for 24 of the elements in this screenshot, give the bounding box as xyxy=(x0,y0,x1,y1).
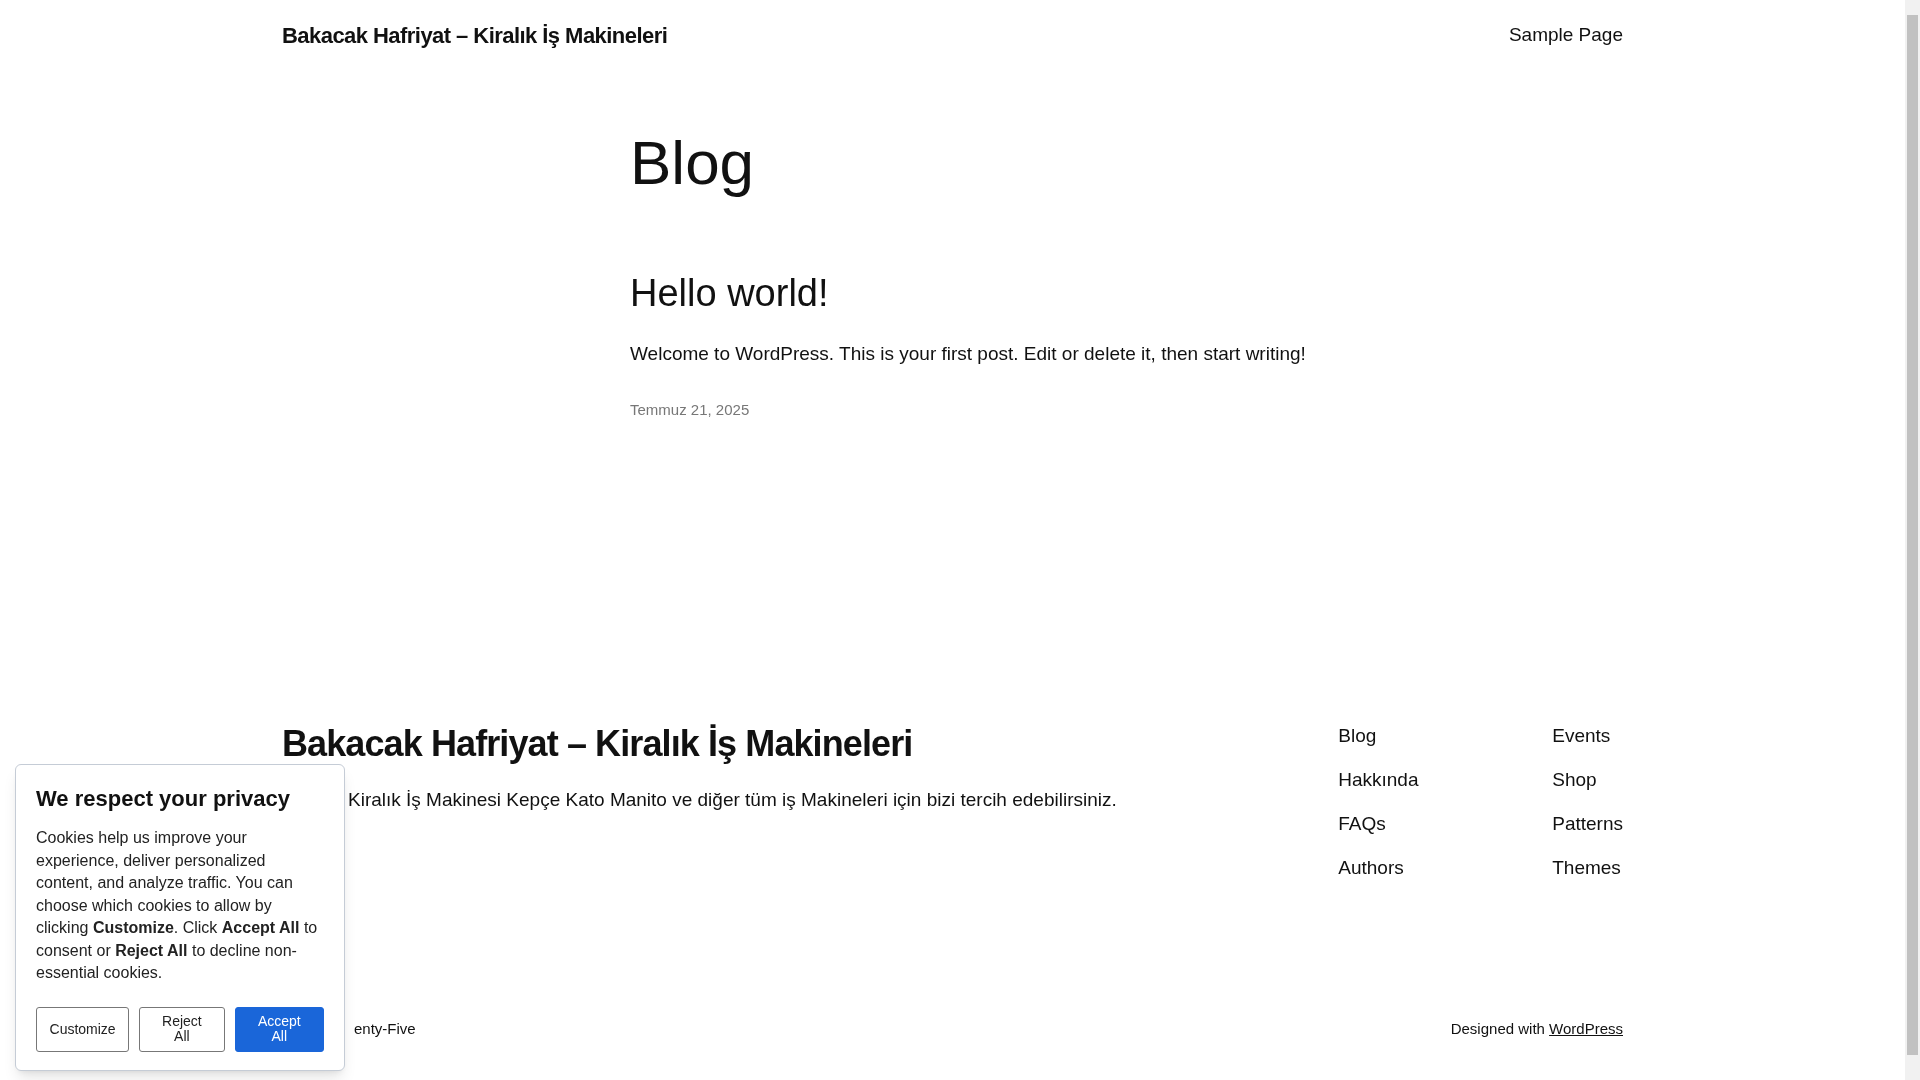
footer-link[interactable]: Authors xyxy=(1338,855,1553,880)
wordpress-link[interactable]: WordPress xyxy=(1549,1020,1623,1037)
banner-text: Cookies help us improve your experience, deliver personalized content, and analyze traffic. You can choose which cookies to allow by clicking Customize. Click Accept All to consent or Reject All to decline non-essential cookies. xyxy=(36,828,319,983)
post-title[interactable]: Hello world! xyxy=(630,274,1623,312)
nav-link[interactable]: Sample Page xyxy=(1508,20,1623,50)
footer-link[interactable]: Themes xyxy=(1552,855,1623,880)
site-tagline: Kiralık İş Makinesi Kepçe Kato Manito ve diğer tüm iş Makineleri için bizi tercih edebilirsiniz. xyxy=(348,788,1117,812)
scrollbar[interactable] xyxy=(1905,0,1920,1080)
footer-link[interactable]: Blog xyxy=(1338,723,1553,748)
cookie-button[interactable]: Accept All xyxy=(234,1006,324,1052)
post-date: Temmuz 21, 2025 xyxy=(630,399,751,420)
footer-link[interactable]: Hakkında xyxy=(1338,767,1553,792)
cookie-button[interactable]: Customize xyxy=(36,1006,130,1052)
theme-credit: enty-Five xyxy=(354,1019,416,1039)
footer-link[interactable]: FAQs xyxy=(1338,811,1553,836)
footer-link[interactable]: Events xyxy=(1552,723,1623,748)
cookie-button[interactable]: Reject All xyxy=(139,1006,225,1052)
site-title[interactable]: Bakacak Hafriyat – Kiralık İş Makineleri xyxy=(282,18,668,52)
post-excerpt: Welcome to WordPress. This is your first post. Edit or delete it, then start writing! xyxy=(630,342,1307,366)
footer-site-title[interactable]: Bakacak Hafriyat – Kiralık İş Makineleri xyxy=(282,721,1117,766)
footer-link[interactable]: Shop xyxy=(1552,767,1623,792)
banner-title: We respect your privacy xyxy=(36,785,291,813)
credit-text: Designed with xyxy=(1450,1020,1546,1037)
footer-link[interactable]: Patterns xyxy=(1552,811,1623,836)
